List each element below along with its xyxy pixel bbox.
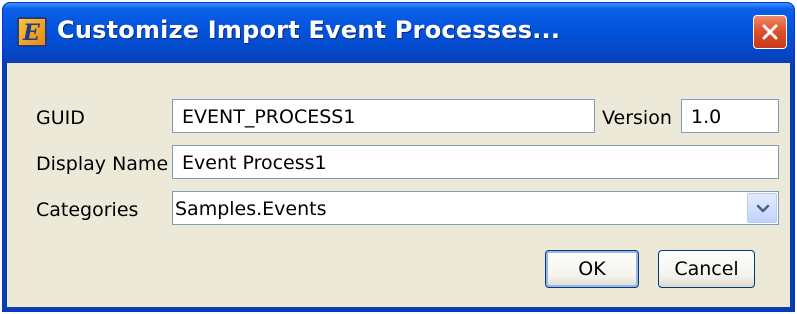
categories-label: Categories [36, 199, 139, 221]
guid-value: EVENT_PROCESS1 [182, 106, 356, 128]
cancel-button[interactable]: Cancel [658, 250, 755, 288]
categories-combobox[interactable]: Samples.Events [172, 191, 779, 225]
window-title: Customize Import Event Processes... [57, 16, 561, 44]
title-bar[interactable]: E Customize Import Event Processes... [3, 3, 794, 63]
dialog-window: E Customize Import Event Processes... GU… [2, 2, 795, 312]
display-name-label: Display Name [36, 153, 169, 175]
chevron-down-icon [756, 204, 770, 213]
app-logo-letter: E [23, 20, 40, 46]
app-logo-icon: E [17, 17, 47, 47]
version-input[interactable]: 1.0 [681, 99, 779, 133]
window-frame-bottom [3, 307, 794, 311]
version-label: Version [602, 107, 672, 129]
version-value: 1.0 [691, 106, 722, 128]
categories-value: Samples.Events [175, 198, 327, 220]
close-icon [762, 24, 778, 40]
close-button[interactable] [753, 15, 787, 49]
display-name-value: Event Process1 [182, 152, 327, 174]
ok-button[interactable]: OK [545, 250, 639, 288]
dialog-body: GUID EVENT_PROCESS1 Version 1.0 Display … [7, 63, 790, 307]
guid-label: GUID [36, 107, 85, 129]
guid-input[interactable]: EVENT_PROCESS1 [172, 99, 595, 133]
display-name-input[interactable]: Event Process1 [172, 145, 779, 179]
categories-dropdown-button[interactable] [747, 193, 777, 223]
